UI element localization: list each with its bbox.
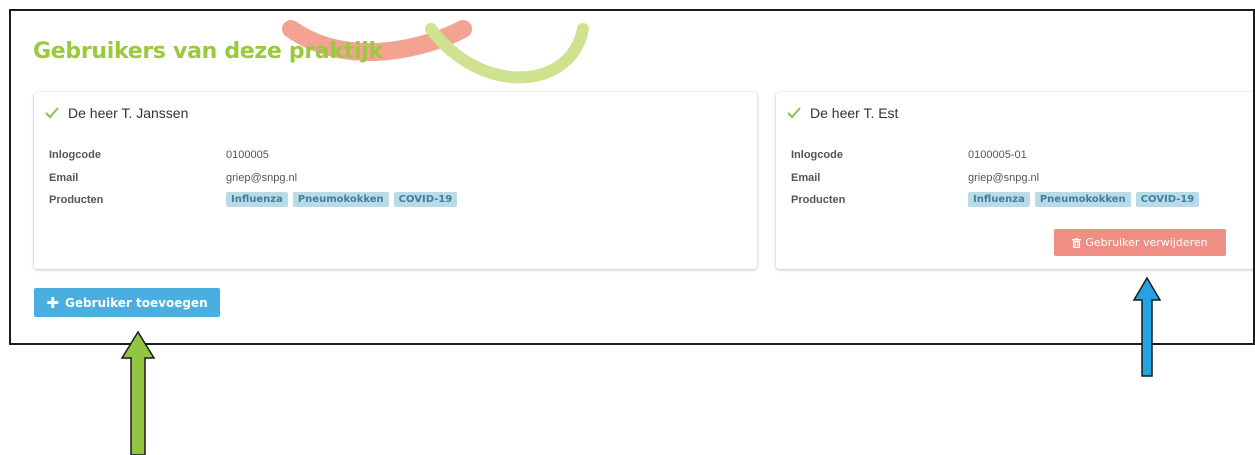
product-tag-pneumokokken: Pneumokokken: [292, 192, 389, 207]
trash-icon: [1072, 237, 1082, 248]
user-card-janssen: De heer T. Janssen Inlogcode 0100005 Ema…: [34, 92, 757, 269]
user-card-header: De heer T. Est: [786, 105, 898, 121]
product-tags: Influenza Pneumokokken COVID-19: [226, 192, 462, 207]
email-value: griep@snpg.nl: [968, 172, 1040, 184]
remove-user-button[interactable]: Gebruiker verwijderen: [1054, 229, 1226, 256]
user-card-est: De heer T. Est Inlogcode 0100005-01 Emai…: [776, 92, 1253, 269]
product-tag-covid: COVID-19: [393, 192, 458, 207]
user-name: De heer T. Janssen: [68, 105, 189, 121]
email-value: griep@snpg.nl: [226, 172, 298, 184]
products-row: Producten Influenza Pneumokokken COVID-19: [791, 192, 1204, 207]
check-icon: [787, 107, 801, 119]
login-row: Inlogcode 0100005-01: [791, 149, 1027, 161]
check-icon: [45, 107, 59, 119]
login-row: Inlogcode 0100005: [49, 149, 269, 161]
email-row: Email griep@snpg.nl: [49, 172, 297, 184]
add-user-label: Gebruiker toevoegen: [64, 295, 208, 310]
product-tag-influenza: Influenza: [968, 192, 1030, 207]
product-tag-influenza: Influenza: [226, 192, 288, 207]
login-value: 0100005-01: [968, 149, 1027, 161]
product-tags: Influenza Pneumokokken COVID-19: [968, 192, 1204, 207]
plus-icon: ✚: [46, 293, 59, 312]
product-tag-pneumokokken: Pneumokokken: [1034, 192, 1131, 207]
blue-arrow-icon: [1132, 276, 1162, 377]
remove-user-label: Gebruiker verwijderen: [1085, 236, 1208, 249]
user-card-header: De heer T. Janssen: [44, 105, 188, 121]
green-arrow-icon: [120, 330, 156, 455]
login-value: 0100005: [226, 149, 269, 161]
login-label: Inlogcode: [49, 149, 101, 161]
user-name: De heer T. Est: [810, 105, 899, 121]
add-user-button[interactable]: ✚ Gebruiker toevoegen: [34, 288, 220, 317]
products-label: Producten: [791, 193, 846, 206]
email-row: Email griep@snpg.nl: [791, 172, 1039, 184]
products-row: Producten Influenza Pneumokokken COVID-19: [49, 192, 462, 207]
products-label: Producten: [49, 193, 104, 206]
page-title: Gebruikers van deze praktijk: [33, 39, 383, 64]
email-label: Email: [49, 172, 79, 184]
email-label: Email: [791, 172, 821, 184]
login-label: Inlogcode: [791, 149, 843, 161]
screenshot-frame: Gebruikers van deze praktijk De heer T. …: [9, 9, 1255, 345]
product-tag-covid: COVID-19: [1135, 192, 1200, 207]
